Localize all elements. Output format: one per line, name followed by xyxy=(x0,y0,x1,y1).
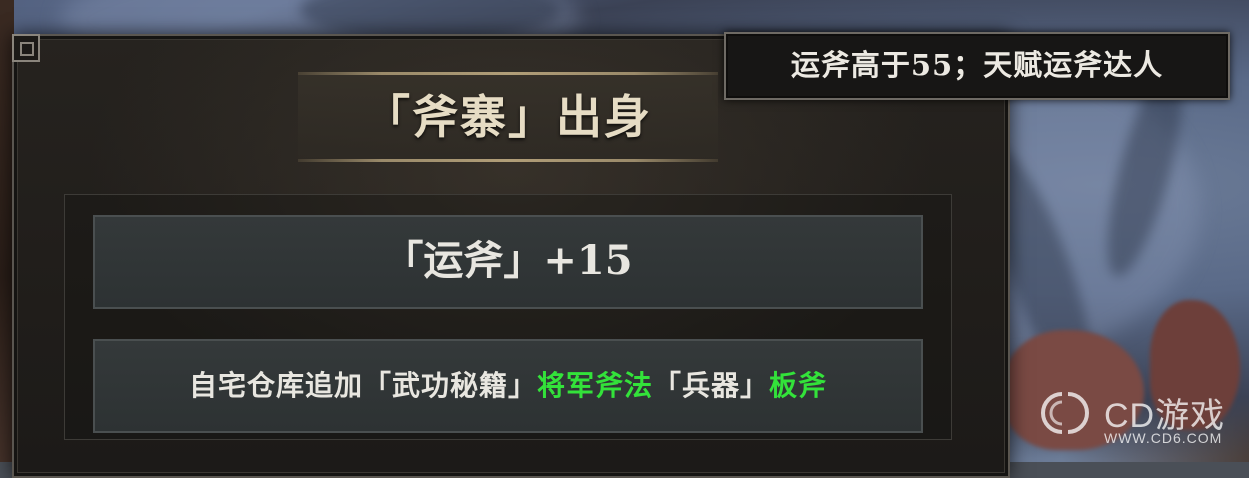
title-plate: 「斧寨」出身 xyxy=(298,72,718,162)
item-weapon: 板斧 xyxy=(769,369,828,402)
effect-prefix-text: 自宅仓库追加「武功秘籍」 xyxy=(188,369,537,402)
cd-logo-icon xyxy=(1041,392,1089,434)
origin-trait-panel: 「斧寨」出身 「运斧」+15 自宅仓库追加「武功秘籍」将军斧法「兵器」板斧 xyxy=(12,34,1010,478)
effect-weapon-label: 「兵器」 xyxy=(653,369,770,402)
title-divider-bottom xyxy=(298,159,718,162)
effect-warehouse-items: 自宅仓库追加「武功秘籍」将军斧法「兵器」板斧 xyxy=(93,339,923,433)
requirement-tooltip: 运斧高于55；天赋运斧达人 xyxy=(724,32,1230,100)
trait-title: 「斧寨」出身 xyxy=(364,90,652,144)
effect-stat-bonus: 「运斧」+15 xyxy=(93,215,923,309)
corner-ornament xyxy=(12,34,40,62)
watermark-url: WWW.CD6.COM xyxy=(1104,430,1223,446)
item-martial-manual: 将军斧法 xyxy=(536,369,653,402)
site-watermark: CD游戏 WWW.CD6.COM xyxy=(1040,386,1240,456)
effects-box: 「运斧」+15 自宅仓库追加「武功秘籍」将军斧法「兵器」板斧 xyxy=(64,194,952,440)
